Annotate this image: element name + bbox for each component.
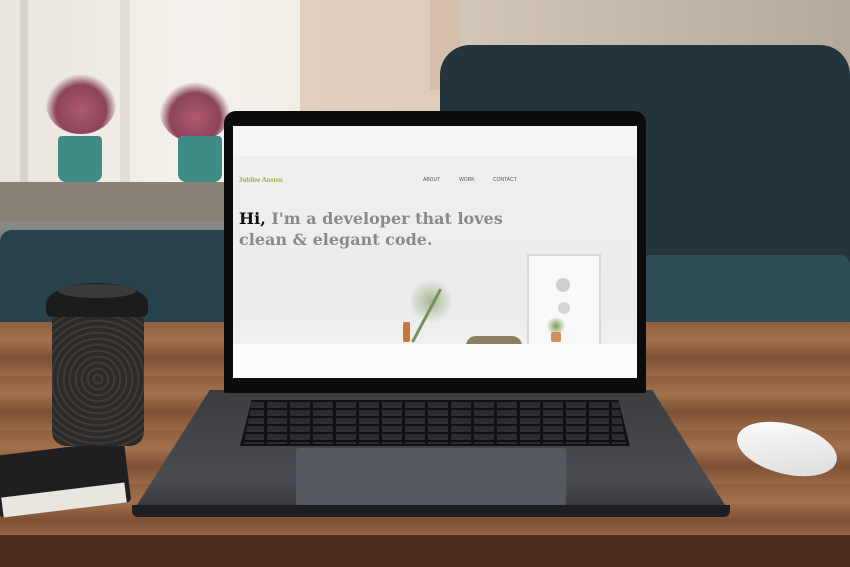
plant-pot <box>58 136 102 182</box>
nav-work-link[interactable]: WORK <box>459 177 475 183</box>
plant-pot <box>178 136 222 182</box>
picture-frame <box>527 254 601 346</box>
coffee-cup-lid-top <box>58 284 136 298</box>
nav-about-link[interactable]: ABOUT <box>423 177 440 183</box>
laptop-screen: Jubilee Austen ABOUT WORK CONTACT Hi, I'… <box>233 126 637 378</box>
potted-plant-flowers <box>160 82 230 142</box>
keyboard-keys <box>244 402 626 444</box>
vase <box>403 322 410 342</box>
laptop-front-edge <box>132 505 730 517</box>
frame-art-circle <box>556 278 570 292</box>
branch-leaves <box>411 276 451 326</box>
headline-hi: Hi, <box>239 209 266 228</box>
headline-text: I'm a developer that loves clean & elega… <box>239 209 503 249</box>
window-frame <box>20 0 28 190</box>
site-logo[interactable]: Jubilee Austen <box>239 176 283 184</box>
window-frame <box>120 0 130 190</box>
coffee-cup <box>52 312 144 446</box>
potted-plant-flowers <box>46 74 116 134</box>
trackpad <box>296 448 566 506</box>
desk-surface <box>233 344 637 378</box>
frame-art-circle <box>558 302 570 314</box>
hero-headline: Hi, I'm a developer that loves clean & e… <box>239 208 539 250</box>
background-brick-building <box>300 0 460 120</box>
nav-contact-link[interactable]: CONTACT <box>493 177 517 183</box>
photo-scene: Jubilee Austen ABOUT WORK CONTACT Hi, I'… <box>0 0 850 567</box>
table-edge <box>0 535 850 567</box>
small-pot <box>551 332 561 342</box>
screen-top-area <box>233 126 637 156</box>
